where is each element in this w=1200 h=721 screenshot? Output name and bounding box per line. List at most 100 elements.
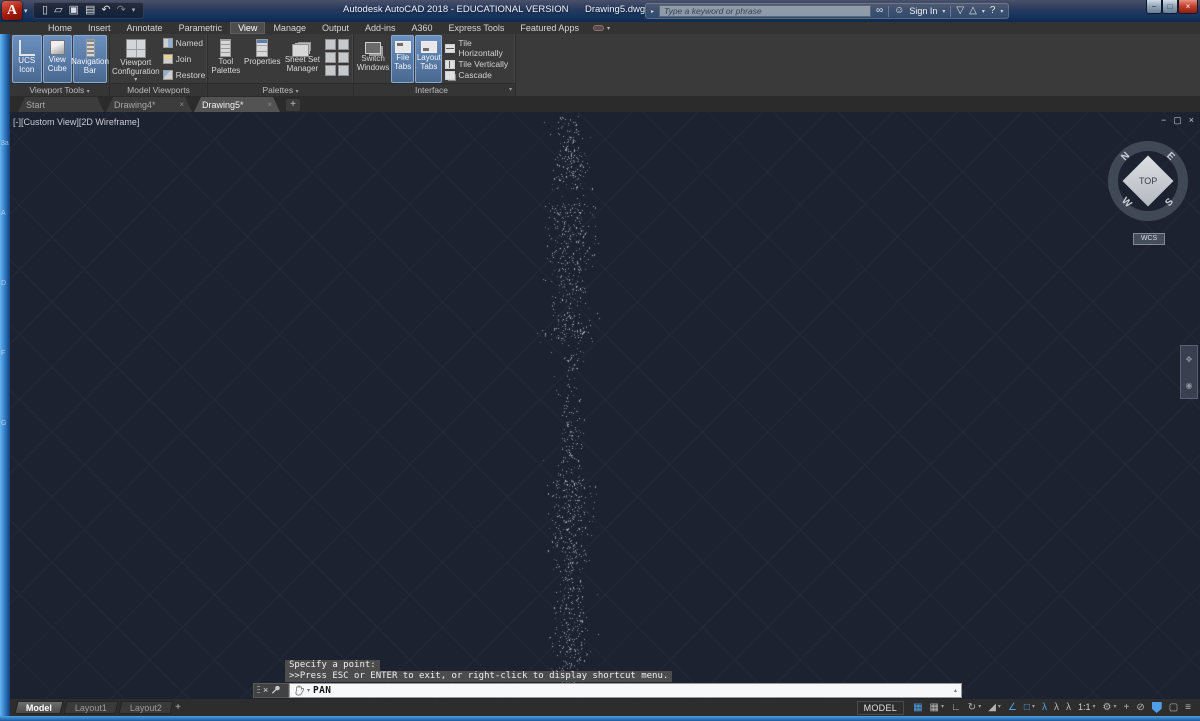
minimize-button[interactable]: − xyxy=(1146,0,1162,14)
palette-extra-icon[interactable] xyxy=(325,65,336,76)
graphics-performance-icon[interactable] xyxy=(1149,702,1165,713)
new-layout-button[interactable]: + xyxy=(175,702,181,713)
redo-icon[interactable]: ↷ xyxy=(117,3,126,18)
ortho-mode-icon[interactable]: ∟ xyxy=(948,700,964,715)
application-menu-caret-icon[interactable]: ▾ xyxy=(24,7,28,15)
ribbon-tab-featured-apps[interactable]: Featured Apps xyxy=(512,22,587,34)
customize-wrench-icon[interactable] xyxy=(271,686,280,695)
command-options-caret-icon[interactable]: ▾ xyxy=(307,687,310,694)
join-viewports-button[interactable]: Join xyxy=(163,54,206,64)
close-button[interactable]: × xyxy=(1178,0,1198,14)
palette-extra-icon[interactable] xyxy=(338,52,349,63)
drag-grip-icon[interactable] xyxy=(257,686,260,695)
panel-label-palettes[interactable]: Palettes ▾ xyxy=(208,83,353,96)
properties-button[interactable]: Properties xyxy=(243,35,282,83)
viewcube[interactable]: N E S W TOP xyxy=(1103,136,1193,226)
navigation-bar[interactable]: ✥ ◉ xyxy=(1180,345,1198,399)
layout-tab-layout1[interactable]: Layout1 xyxy=(63,701,118,714)
file-tab-drawing4[interactable]: Drawing4*× xyxy=(106,97,192,112)
ribbon-tab-view[interactable]: View xyxy=(230,22,265,34)
annotation-autoscale-icon[interactable]: λ xyxy=(1051,700,1062,715)
grid-display-icon[interactable]: ▦ xyxy=(910,700,925,715)
wcs-menu-button[interactable]: WCS xyxy=(1133,233,1165,245)
app-store-icon[interactable]: ▽ xyxy=(956,4,964,18)
command-close-icon[interactable]: × xyxy=(263,684,268,697)
help-caret-icon[interactable]: ▾ xyxy=(1000,8,1003,15)
command-recent-icon[interactable]: ▴ xyxy=(954,687,957,694)
tab-close-icon[interactable]: × xyxy=(179,100,184,109)
view-cube-toggle[interactable]: View Cube xyxy=(43,35,73,83)
annotation-scale-person-icon[interactable]: λ xyxy=(1063,700,1074,715)
search-scope-caret-icon[interactable]: ▸ xyxy=(651,8,654,15)
annotation-monitor-icon[interactable]: + xyxy=(1120,700,1132,715)
object-snap-tracking-icon[interactable]: ∠ xyxy=(1005,700,1020,715)
autodesk-a360-icon[interactable]: △ xyxy=(969,4,977,18)
tool-palettes-button[interactable]: Tool Palettes xyxy=(210,35,242,83)
help-icon[interactable]: ? xyxy=(990,4,996,18)
ucs-icon-toggle[interactable]: UCS Icon xyxy=(12,35,42,83)
zoom-tool-icon[interactable]: ◉ xyxy=(1186,381,1193,390)
drawing-restore-button[interactable]: ▢ xyxy=(1173,115,1182,126)
save-icon[interactable]: ▣ xyxy=(69,3,79,18)
polar-tracking-icon[interactable]: ↻▾ xyxy=(965,700,984,715)
drawing-canvas[interactable]: [-][Custom View][2D Wireframe] − ▢ × N E… xyxy=(10,112,1200,716)
clean-screen-icon[interactable]: ▢ xyxy=(1166,700,1181,715)
palette-extra-icon[interactable] xyxy=(325,39,336,50)
ribbon-tab-a360[interactable]: A360 xyxy=(404,22,441,34)
maximize-button[interactable]: □ xyxy=(1162,0,1178,14)
ribbon-tab-express-tools[interactable]: Express Tools xyxy=(441,22,513,34)
file-tab-start[interactable]: Start xyxy=(18,97,104,112)
layout-tab-layout2[interactable]: Layout2 xyxy=(118,701,173,714)
sheet-set-manager-button[interactable]: Sheet Set Manager xyxy=(283,35,322,83)
annotation-visibility-icon[interactable]: λ xyxy=(1039,700,1050,715)
snap-mode-icon[interactable]: ▦▾ xyxy=(927,700,947,715)
layout-tab-model[interactable]: Model xyxy=(14,701,63,714)
drawing-close-button[interactable]: × xyxy=(1189,115,1194,126)
palette-extra-icon[interactable] xyxy=(325,52,336,63)
isometric-drafting-icon[interactable]: ◢▾ xyxy=(985,700,1004,715)
a360-caret-icon[interactable]: ▾ xyxy=(982,8,985,15)
file-tabs-toggle[interactable]: File Tabs xyxy=(391,35,414,83)
ribbon-tab-home[interactable]: Home xyxy=(40,22,80,34)
tile-horizontally-button[interactable]: Tile Horizontally xyxy=(445,38,511,58)
viewport-controls-label[interactable]: [-][Custom View][2D Wireframe] xyxy=(13,117,139,127)
switch-windows-button[interactable]: Switch Windows xyxy=(356,35,390,83)
ribbon-tab-insert[interactable]: Insert xyxy=(80,22,119,34)
pan-tool-icon[interactable]: ✥ xyxy=(1186,355,1193,364)
cascade-button[interactable]: Cascade xyxy=(445,70,511,80)
ribbon-tab-output[interactable]: Output xyxy=(314,22,357,34)
undo-icon[interactable]: ↶ xyxy=(101,3,110,18)
panel-expander-icon[interactable]: ▾ xyxy=(509,84,512,96)
layout-tabs-toggle[interactable]: Layout Tabs xyxy=(415,35,442,83)
viewport-configuration-button[interactable]: Viewport Configuration ▾ xyxy=(112,35,160,83)
customization-icon[interactable]: ≡ xyxy=(1182,700,1194,715)
panel-label-viewport-tools[interactable]: Viewport Tools ▾ xyxy=(10,83,109,96)
ribbon-tab-add-ins[interactable]: Add-ins xyxy=(357,22,404,34)
isolate-objects-icon[interactable]: ⊘ xyxy=(1133,700,1147,715)
restore-viewports-button[interactable]: Restore xyxy=(163,70,206,80)
search-icon[interactable]: ∞ xyxy=(876,4,883,18)
sign-in-button[interactable]: Sign In xyxy=(909,6,937,16)
drawing-minimize-button[interactable]: − xyxy=(1161,115,1166,126)
palette-extra-icon[interactable] xyxy=(338,65,349,76)
object-snap-icon[interactable]: □▾ xyxy=(1021,700,1038,715)
qat-dropdown-icon[interactable]: ▾ xyxy=(132,3,136,18)
new-file-icon[interactable]: ▯ xyxy=(42,3,48,18)
named-viewports-button[interactable]: Named xyxy=(163,38,206,48)
open-file-icon[interactable]: ▱ xyxy=(54,3,62,18)
annotation-scale-value[interactable]: 1:1▾ xyxy=(1075,700,1099,715)
new-drawing-tab-button[interactable]: + xyxy=(286,99,300,111)
ribbon-tab-manage[interactable]: Manage xyxy=(265,22,314,34)
search-input[interactable] xyxy=(659,5,871,17)
workspace-switching-icon[interactable]: ⚙▾ xyxy=(1099,700,1119,715)
sign-in-caret-icon[interactable]: ▾ xyxy=(942,8,945,15)
tab-close-icon[interactable]: × xyxy=(267,100,272,109)
navigation-bar-toggle[interactable]: Navigation Bar xyxy=(73,35,107,83)
palette-extra-icon[interactable] xyxy=(338,39,349,50)
model-space-toggle[interactable]: MODEL xyxy=(857,701,905,715)
file-tab-drawing5[interactable]: Drawing5*× xyxy=(194,97,280,112)
ribbon-tab-annotate[interactable]: Annotate xyxy=(119,22,171,34)
ribbon-display-toggle[interactable]: ▾ xyxy=(593,22,610,34)
command-input[interactable]: ▾ PAN ▴ xyxy=(289,683,962,698)
application-menu-button[interactable]: A xyxy=(2,1,22,20)
